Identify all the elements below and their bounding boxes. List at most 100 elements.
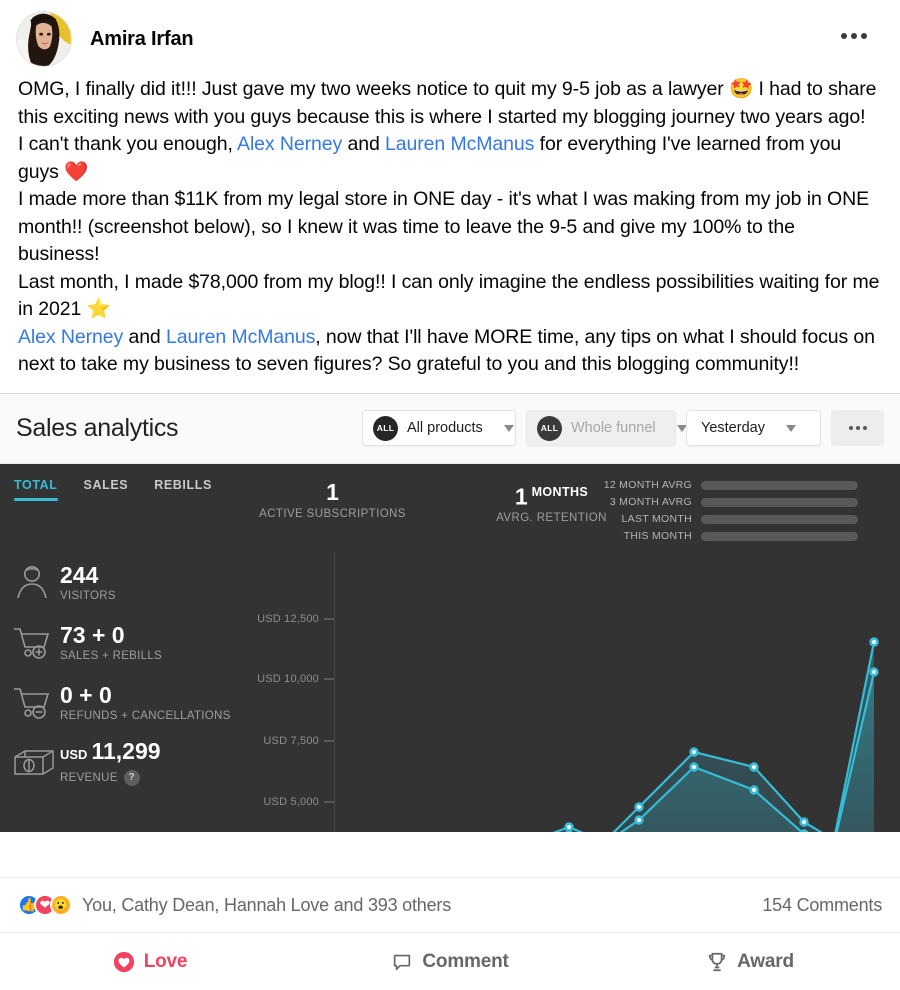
average-retention-unit: MONTHS <box>531 484 589 499</box>
love-button-label: Love <box>143 950 188 972</box>
metric-sales-rebills: 73 + 0 SALES + REBILLS <box>0 612 250 672</box>
bar-row-12-month-avrg: 12 MONTH AVRG <box>586 478 858 493</box>
dashboard-tabs: TOTAL SALES REBILLS <box>14 478 212 501</box>
ellipsis-icon <box>841 33 847 39</box>
post-paragraph-4: Last month, I made $78,000 from my blog!… <box>18 270 880 321</box>
post-paragraph-2: I can't thank you enough, Alex Nerney an… <box>18 131 880 186</box>
sales-rebills-value: 73 + 0 <box>60 621 125 648</box>
award-button-label: Award <box>737 950 794 972</box>
y-tick-label-7500: USD 7,500 <box>263 734 319 747</box>
revenue-value: 11,299 <box>91 737 161 764</box>
revenue-caption: REVENUE <box>60 771 118 784</box>
dashboard-top-stats: 1 ACTIVE SUBSCRIPTIONS 1 MONTHS AVRG. RET… <box>255 478 629 525</box>
ellipsis-icon <box>862 426 867 430</box>
y-tick-label-10000: USD 10,000 <box>257 672 319 685</box>
visitors-caption: VISITORS <box>60 589 116 602</box>
funnel-filter-dropdown[interactable]: ALL Whole funnel <box>526 410 687 446</box>
analytics-more-button[interactable] <box>831 410 884 446</box>
visitor-icon <box>12 565 60 599</box>
analytics-controls: ALL All products ALL Whole funnel Yester… <box>362 410 884 446</box>
period-filter-label: Yesterday <box>701 420 765 436</box>
metric-visitors: 244 VISITORS <box>0 552 250 612</box>
post-text: OMG, I finally did it!!! Just gave my tw… <box>0 74 900 393</box>
avatar[interactable] <box>16 11 72 67</box>
stat-active-subscriptions: 1 ACTIVE SUBSCRIPTIONS <box>255 478 410 525</box>
bar-label-this-month: THIS MONTH <box>623 530 692 542</box>
paragraph-2-conj: and <box>342 133 386 155</box>
mention-lauren-mcmanus[interactable]: Lauren McManus <box>385 133 534 155</box>
bar-row-this-month: THIS MONTH <box>586 529 858 544</box>
award-button[interactable]: Award <box>600 933 900 990</box>
active-subscriptions-value: 1 <box>326 478 339 505</box>
post-paragraph-1: OMG, I finally did it!!! Just gave my tw… <box>18 78 877 128</box>
product-filter-dropdown[interactable]: ALL All products <box>362 410 516 446</box>
post-author-name[interactable]: Amira Irfan <box>90 28 194 51</box>
paragraph-5-conj: and <box>123 325 166 348</box>
wow-icon: 😮 <box>50 894 72 916</box>
tab-rebills[interactable]: REBILLS <box>154 478 212 501</box>
mention-alex-nerney-2[interactable]: Alex Nerney <box>18 326 123 348</box>
engagement-bar: 👍 ❤ 😮 You, Cathy Dean, Hannah Love and 3… <box>0 877 900 990</box>
chevron-down-icon <box>785 424 796 432</box>
post-header: Amira Irfan <box>0 0 900 74</box>
chevron-down-icon <box>503 424 514 432</box>
trophy-icon <box>708 952 726 971</box>
monthly-comparison-bars: 12 MONTH AVRG 3 MONTH AVRG LAST MONTH TH… <box>586 478 858 546</box>
bar-track <box>701 531 858 541</box>
active-subscriptions-caption: ACTIVE SUBSCRIPTIONS <box>259 507 406 520</box>
cart-sub-icon <box>12 685 60 719</box>
love-button[interactable]: Love <box>0 933 300 990</box>
y-tick-label-12500: USD 12,500 <box>257 612 319 625</box>
tab-total[interactable]: TOTAL <box>14 478 58 501</box>
paragraph-2-lead: I can't thank you enough, <box>18 133 238 155</box>
metric-refunds-cancellations: 0 + 0 REFUNDS + CANCELLATIONS <box>0 672 250 732</box>
all-funnel-pill-icon: ALL <box>537 415 562 441</box>
tab-sales[interactable]: SALES <box>84 478 129 501</box>
mention-lauren-mcmanus-2[interactable]: Lauren McManus <box>166 326 315 348</box>
bar-track <box>701 514 858 524</box>
reactions-summary[interactable]: You, Cathy Dean, Hannah Love and 393 oth… <box>82 895 451 916</box>
post-paragraph-5: Alex Nerney and Lauren McManus, now that… <box>18 324 880 379</box>
ellipsis-icon <box>848 426 853 430</box>
product-filter-label: All products <box>407 420 483 436</box>
help-icon[interactable]: ? <box>123 769 140 786</box>
chart-svg <box>552 636 879 832</box>
bar-label-12-month-avrg: 12 MONTH AVRG <box>603 479 692 491</box>
comment-icon <box>394 954 411 970</box>
bar-label-last-month: LAST MONTH <box>621 513 692 525</box>
bar-track <box>701 497 858 507</box>
reaction-icons[interactable]: 👍 ❤ 😮 <box>18 894 72 916</box>
analytics-dashboard: TOTAL SALES REBILLS 1 ACTIVE SUBSCRIPTIO… <box>0 463 900 832</box>
dashboard-metrics: 244 VISITORS 73 + 0 SALES + REBILLS 0 + … <box>0 552 250 792</box>
analytics-screenshot: Sales analytics ALL All products ALL Who… <box>0 393 900 832</box>
facebook-post-card: Amira Irfan OMG, I finally did it!!! Jus… <box>0 0 900 990</box>
ellipsis-icon <box>851 33 857 39</box>
action-buttons: Love Comment Award <box>0 932 900 990</box>
money-icon <box>12 746 60 778</box>
avatar-photo <box>17 12 71 66</box>
revenue-chart: USD 12,500 USD 10,000 USD 7,500 USD 5,00… <box>250 551 900 832</box>
sales-rebills-caption: SALES + REBILLS <box>60 649 162 662</box>
reactions-row: 👍 ❤ 😮 You, Cathy Dean, Hannah Love and 3… <box>0 878 900 932</box>
comment-button-label: Comment <box>422 950 509 972</box>
mention-alex-nerney[interactable]: Alex Nerney <box>237 133 342 155</box>
post-more-options-button[interactable] <box>836 24 872 48</box>
cart-add-icon <box>12 625 60 659</box>
visitors-value: 244 <box>60 561 99 588</box>
all-products-pill-icon: ALL <box>373 415 398 441</box>
refunds-cancellations-value: 0 + 0 <box>60 681 112 708</box>
comments-count[interactable]: 154 Comments <box>762 895 882 916</box>
period-filter-dropdown[interactable]: Yesterday <box>686 410 821 446</box>
analytics-header: Sales analytics ALL All products ALL Who… <box>0 393 900 464</box>
heart-icon <box>113 951 134 972</box>
average-retention-value: 1 <box>514 483 528 510</box>
ellipsis-icon <box>855 426 860 430</box>
post-paragraph-3: I made more than $11K from my legal stor… <box>18 188 869 265</box>
metric-revenue: USD 11,299 REVENUE? <box>0 732 250 792</box>
comment-button[interactable]: Comment <box>300 933 600 990</box>
revenue-currency: USD <box>60 746 88 762</box>
y-tick-label-5000: USD 5,000 <box>263 795 319 808</box>
refunds-cancellations-caption: REFUNDS + CANCELLATIONS <box>60 709 231 722</box>
bar-row-last-month: LAST MONTH <box>586 512 858 527</box>
bar-label-3-month-avrg: 3 MONTH AVRG <box>609 496 692 508</box>
